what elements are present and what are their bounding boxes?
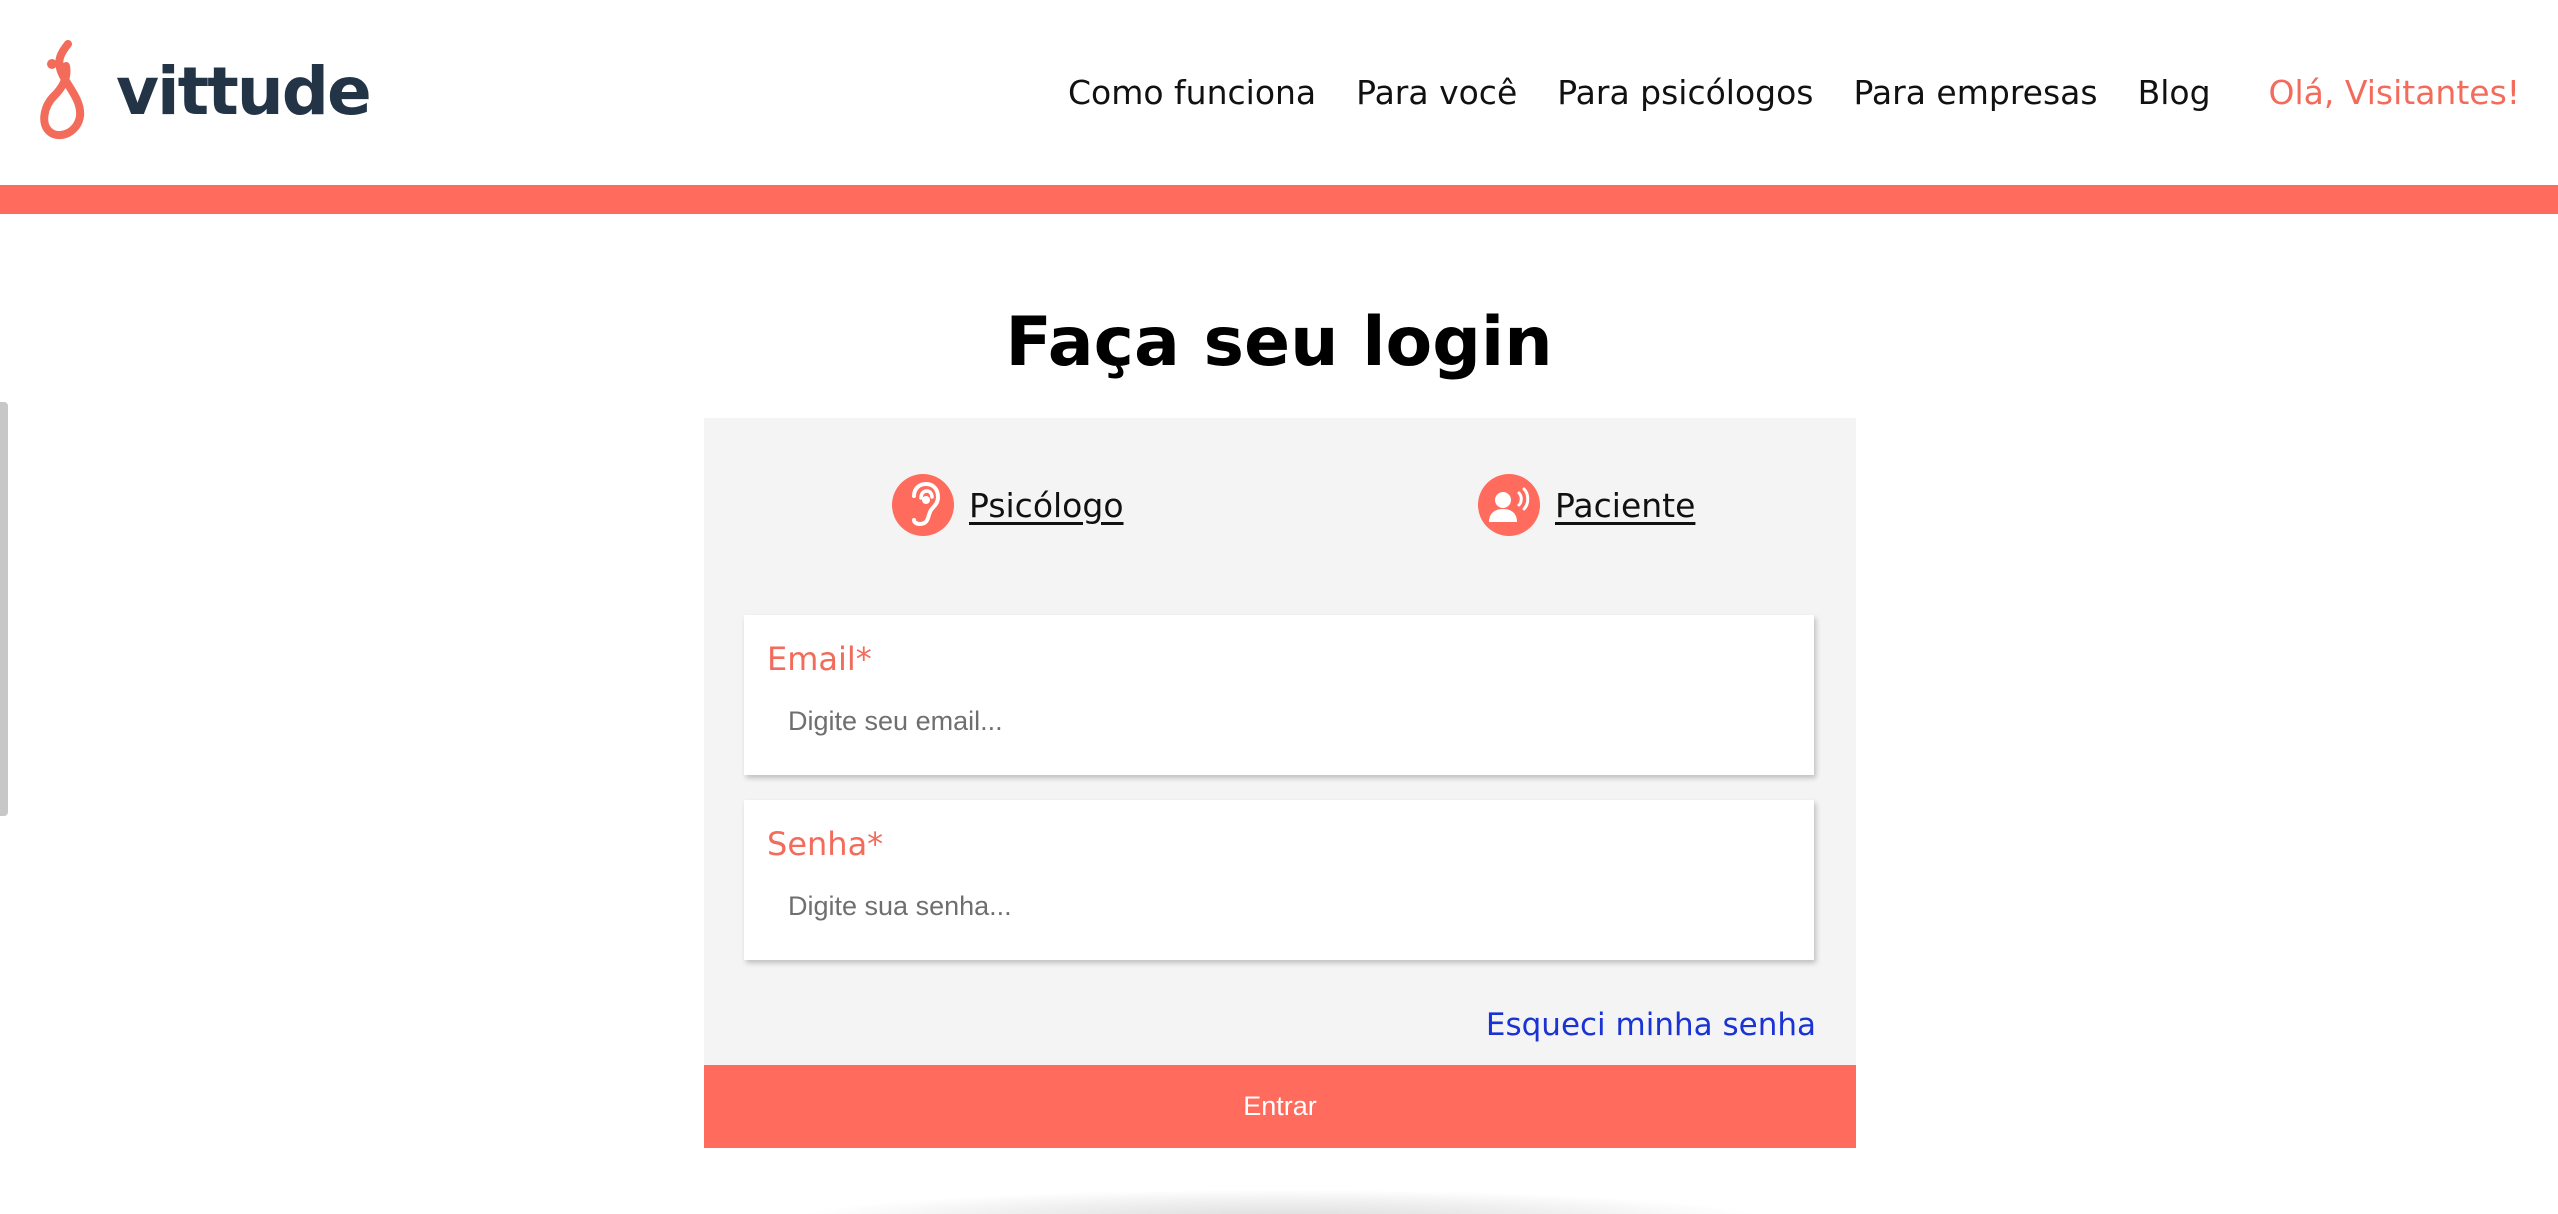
nav-link-como-funciona[interactable]: Como funciona bbox=[1068, 73, 1316, 112]
header-accent-bar bbox=[0, 185, 2558, 214]
password-input[interactable] bbox=[788, 886, 1788, 926]
email-field: Email* bbox=[744, 615, 1814, 775]
site-header: vittude Como funciona Para você Para psi… bbox=[0, 0, 2558, 185]
ear-icon bbox=[892, 474, 954, 536]
page-title: Faça seu login bbox=[1005, 303, 1553, 382]
brand-logo[interactable]: vittude bbox=[38, 40, 372, 140]
login-submit-button[interactable]: Entrar bbox=[704, 1065, 1856, 1148]
email-field-label: Email* bbox=[767, 640, 872, 678]
role-label-psicologo: Psicólogo bbox=[969, 485, 1124, 525]
side-drawer-handle[interactable] bbox=[0, 402, 8, 816]
person-speaking-icon bbox=[1478, 474, 1540, 536]
role-option-psicologo[interactable]: Psicólogo bbox=[892, 474, 1124, 536]
brand-name: vittude bbox=[116, 53, 372, 130]
password-field: Senha* bbox=[744, 800, 1814, 960]
nav-link-para-empresas[interactable]: Para empresas bbox=[1854, 73, 2098, 112]
email-input[interactable] bbox=[788, 701, 1788, 741]
main-nav: Como funciona Para você Para psicólogos … bbox=[1068, 68, 2520, 116]
role-label-paciente: Paciente bbox=[1555, 485, 1696, 525]
vittude-figure-logo-icon bbox=[40, 40, 85, 140]
nav-link-para-psicologos[interactable]: Para psicólogos bbox=[1557, 73, 1813, 112]
forgot-password-link[interactable]: Esqueci minha senha bbox=[1486, 1003, 1816, 1047]
nav-link-blog[interactable]: Blog bbox=[2138, 73, 2211, 112]
password-field-label: Senha* bbox=[767, 825, 884, 863]
card-bottom-shadow bbox=[800, 1190, 1760, 1214]
user-greeting[interactable]: Olá, Visitantes! bbox=[2269, 73, 2520, 112]
nav-link-para-voce[interactable]: Para você bbox=[1356, 73, 1517, 112]
role-option-paciente[interactable]: Paciente bbox=[1478, 474, 1695, 536]
